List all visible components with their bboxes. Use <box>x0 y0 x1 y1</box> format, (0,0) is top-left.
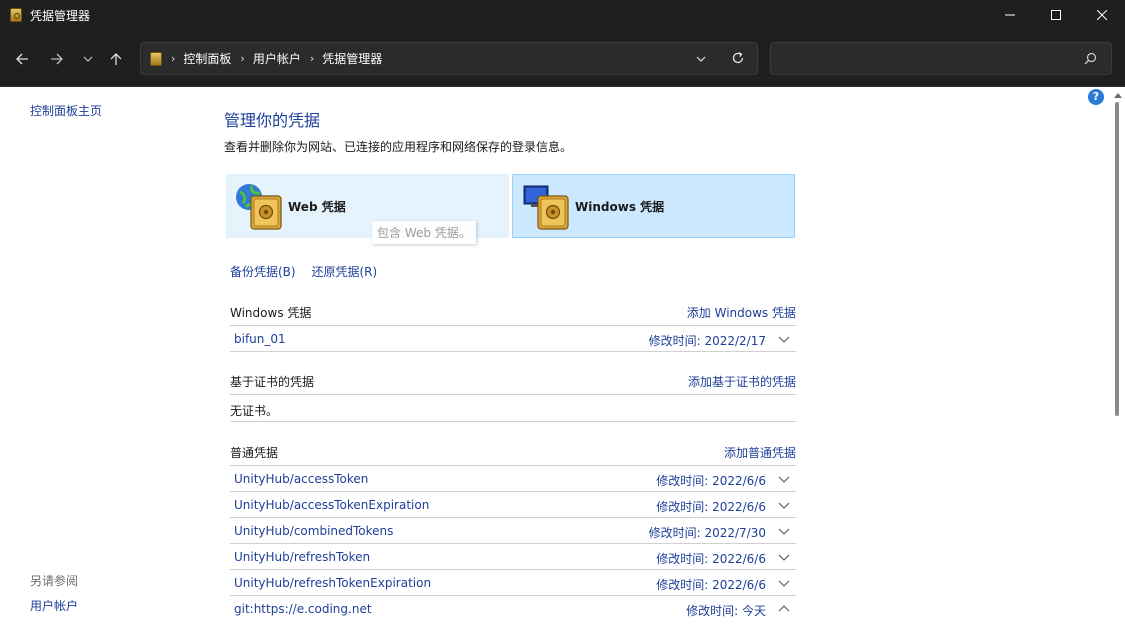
section-title: 普通凭据 <box>230 446 279 460</box>
maximize-icon <box>1051 10 1061 20</box>
search-field[interactable] <box>770 42 1112 75</box>
windows-credentials-section-header: Windows 凭据 添加 Windows 凭据 <box>230 300 796 322</box>
credential-modified: 修改时间: 2022/6/6 <box>656 474 766 488</box>
restore-credentials-link[interactable]: 还原凭据(R) <box>311 265 377 279</box>
chevron-down-icon <box>83 56 93 62</box>
credential-row[interactable]: bifun_01 修改时间: 2022/2/17 <box>230 325 796 351</box>
breadcrumb-user-accounts[interactable]: 用户帐户 <box>253 50 301 67</box>
control-panel-home-link[interactable]: 控制面板主页 <box>30 102 102 119</box>
backup-restore-links: 备份凭据(B) 还原凭据(R) <box>230 263 389 280</box>
address-dropdown-button[interactable] <box>695 53 707 68</box>
scrollbar-thumb[interactable] <box>1115 102 1119 416</box>
credential-modified: 修改时间: 今天 <box>686 604 766 618</box>
window-controls <box>987 0 1125 30</box>
chevron-right-icon: › <box>309 52 315 65</box>
navigation-bar: › 控制面板 › 用户帐户 › 凭据管理器 <box>0 30 1125 87</box>
chevron-down-icon[interactable] <box>778 474 790 484</box>
add-generic-credential-link[interactable]: 添加普通凭据 <box>724 444 796 461</box>
main-content: 管理你的凭据 查看并删除你为网站、已连接的应用程序和网络保存的登录信息。 Web… <box>224 88 796 634</box>
credential-name: UnityHub/accessToken <box>234 472 369 486</box>
divider <box>230 351 796 352</box>
credential-modified: 修改时间: 2022/6/6 <box>656 552 766 566</box>
credential-row[interactable]: UnityHub/accessToken 修改时间: 2022/6/6 <box>230 465 796 491</box>
page-description: 查看并删除你为网站、已连接的应用程序和网络保存的登录信息。 <box>224 140 573 154</box>
credential-name: bifun_01 <box>234 332 286 346</box>
chevron-down-icon <box>696 56 706 62</box>
divider <box>230 394 796 395</box>
credential-row[interactable]: UnityHub/refreshTokenExpiration 修改时间: 20… <box>230 569 796 595</box>
credential-row[interactable]: UnityHub/combinedTokens 修改时间: 2022/7/30 <box>230 517 796 543</box>
refresh-icon <box>732 51 744 64</box>
chevron-up-icon[interactable] <box>778 604 790 614</box>
chevron-down-icon[interactable] <box>778 334 790 344</box>
divider <box>230 421 796 422</box>
credential-modified: 修改时间: 2022/2/17 <box>648 334 766 348</box>
generic-credentials-section-header: 普通凭据 添加普通凭据 <box>230 440 796 462</box>
section-title: 基于证书的凭据 <box>230 375 315 389</box>
chevron-down-icon[interactable] <box>778 500 790 510</box>
no-certificates-text: 无证书。 <box>230 404 279 418</box>
close-icon <box>1097 10 1107 20</box>
credential-name: UnityHub/refreshTokenExpiration <box>234 576 432 590</box>
minimize-button[interactable] <box>987 0 1033 30</box>
chevron-down-icon[interactable] <box>778 552 790 562</box>
add-windows-credential-link[interactable]: 添加 Windows 凭据 <box>687 304 796 321</box>
minimize-icon <box>1005 14 1015 16</box>
web-credential-vault-icon <box>234 180 286 232</box>
user-accounts-link[interactable]: 用户帐户 <box>30 597 78 614</box>
windows-credential-vault-icon <box>521 180 573 232</box>
windows-credentials-label: Windows 凭据 <box>575 199 665 214</box>
control-panel-icon <box>150 51 162 66</box>
backup-credentials-link[interactable]: 备份凭据(B) <box>230 265 296 279</box>
credential-name: git:https://e.coding.net <box>234 602 372 616</box>
credential-modified: 修改时间: 2022/7/30 <box>648 526 766 540</box>
credential-manager-icon <box>10 8 22 22</box>
chevron-right-icon: › <box>240 52 245 65</box>
search-icon[interactable] <box>1084 52 1097 68</box>
back-button[interactable] <box>10 47 34 71</box>
up-button[interactable] <box>104 47 128 71</box>
close-button[interactable] <box>1079 0 1125 30</box>
maximize-button[interactable] <box>1033 0 1079 30</box>
credential-name: UnityHub/accessTokenExpiration <box>234 498 430 512</box>
arrow-up-icon <box>110 53 122 65</box>
section-title: Windows 凭据 <box>230 306 312 320</box>
vertical-scrollbar[interactable] <box>1111 88 1125 634</box>
window-title: 凭据管理器 <box>30 8 91 23</box>
windows-credentials-tile[interactable]: Windows 凭据 <box>512 174 795 238</box>
breadcrumb-control-panel[interactable]: 控制面板 <box>183 50 231 67</box>
web-credentials-tooltip: 包含 Web 凭据。 <box>372 221 476 244</box>
credential-name: UnityHub/refreshToken <box>234 550 371 564</box>
see-also-heading: 另请参阅 <box>30 574 79 588</box>
chevron-down-icon[interactable] <box>778 578 790 588</box>
title-bar: 凭据管理器 <box>0 0 1125 30</box>
certificate-credentials-section-header: 基于证书的凭据 添加基于证书的凭据 <box>230 369 796 391</box>
credential-row[interactable]: UnityHub/refreshToken 修改时间: 2022/6/6 <box>230 543 796 569</box>
forward-button[interactable] <box>45 47 69 71</box>
breadcrumb-credential-manager[interactable]: 凭据管理器 <box>322 50 382 67</box>
credential-row[interactable]: UnityHub/accessTokenExpiration 修改时间: 202… <box>230 491 796 517</box>
credential-name: UnityHub/combinedTokens <box>234 524 394 538</box>
chevron-down-icon[interactable] <box>778 526 790 536</box>
search-input[interactable] <box>779 49 1079 69</box>
web-credentials-label: Web 凭据 <box>288 199 346 214</box>
arrow-right-icon <box>51 53 63 65</box>
address-bar[interactable]: › 控制面板 › 用户帐户 › 凭据管理器 <box>140 42 758 75</box>
credential-row-expanded[interactable]: git:https://e.coding.net 修改时间: 今天 <box>230 595 796 621</box>
credential-modified: 修改时间: 2022/6/6 <box>656 500 766 514</box>
left-pane: 控制面板主页 另请参阅 用户帐户 <box>0 88 200 634</box>
recent-locations-button[interactable] <box>76 47 100 71</box>
page-title: 管理你的凭据 <box>224 111 321 130</box>
credential-modified: 修改时间: 2022/6/6 <box>656 578 766 592</box>
add-certificate-credential-link[interactable]: 添加基于证书的凭据 <box>688 373 796 390</box>
arrow-left-icon <box>16 53 28 65</box>
refresh-button[interactable] <box>731 51 745 68</box>
scroll-up-icon[interactable] <box>1114 92 1122 98</box>
help-icon[interactable]: ? <box>1088 89 1104 105</box>
chevron-right-icon: › <box>171 52 176 65</box>
